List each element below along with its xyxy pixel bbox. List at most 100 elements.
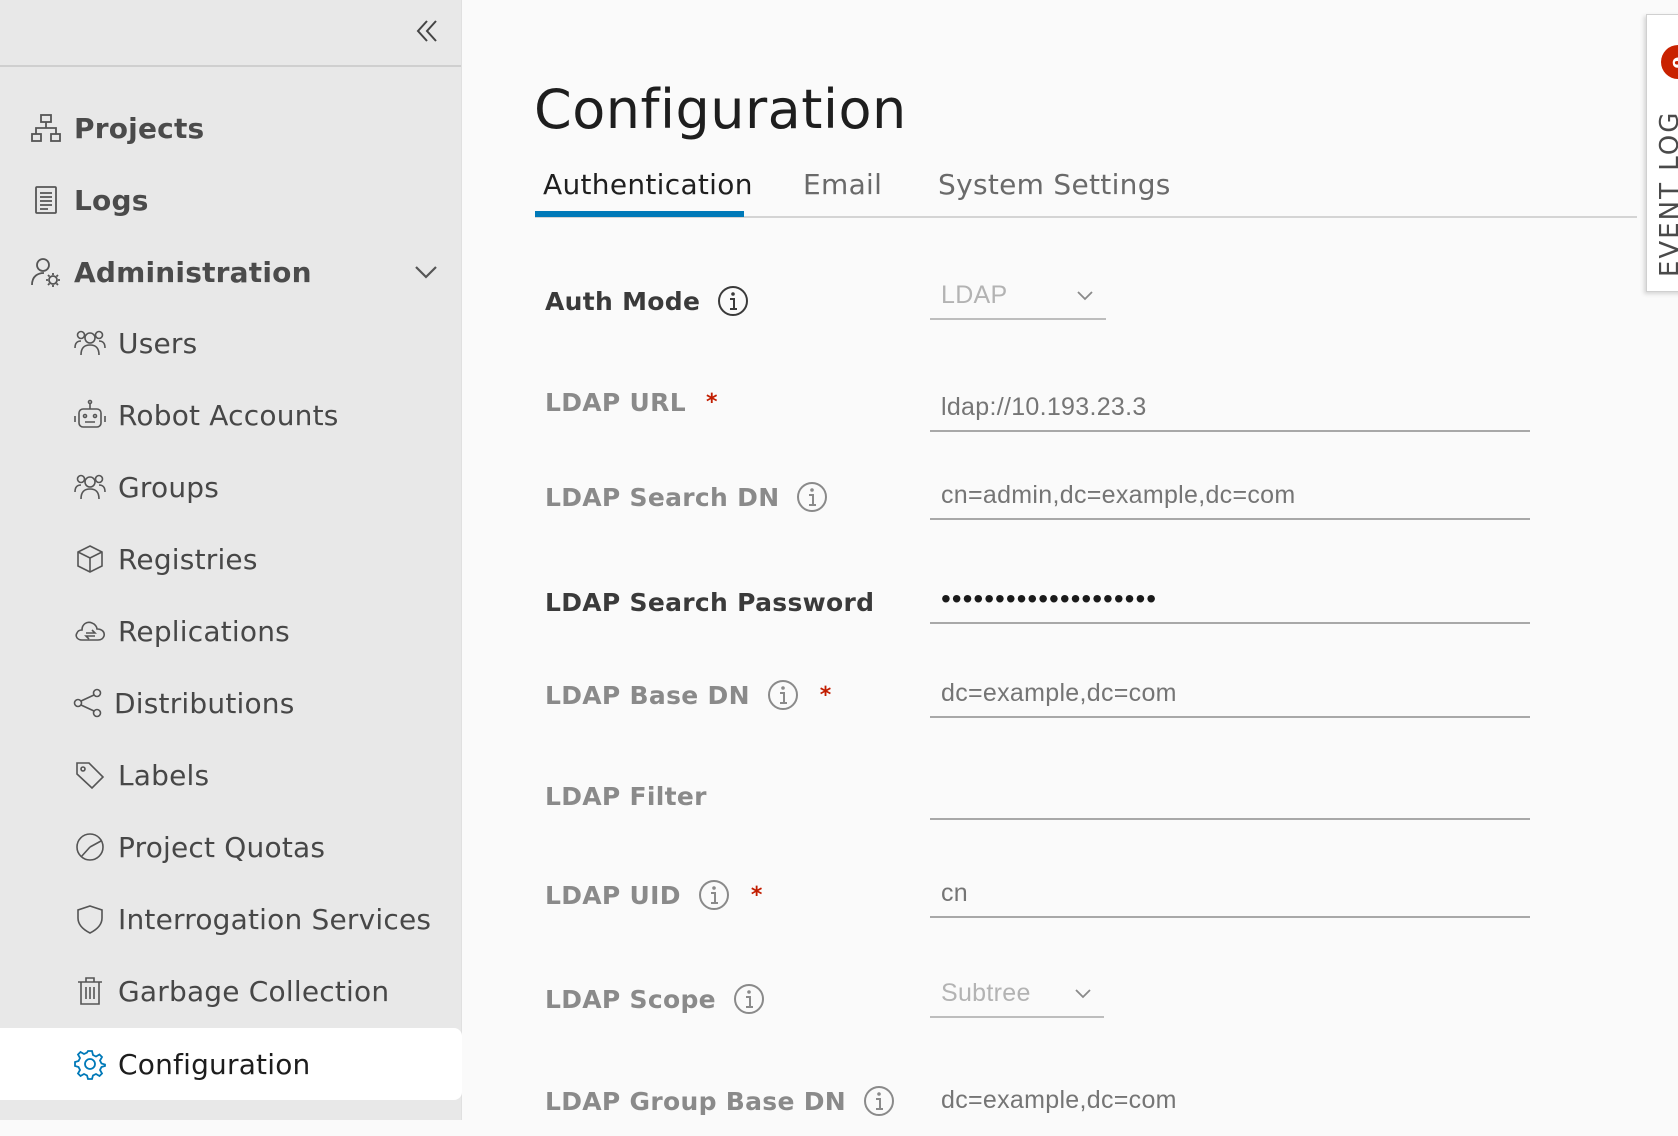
sidebar-item-label: Configuration [118,1048,311,1081]
info-icon[interactable] [795,480,829,514]
tab-authentication[interactable]: Authentication [543,168,753,201]
logs-icon [30,184,62,216]
collapse-sidebar-button[interactable] [412,16,442,46]
ldap-url-input[interactable] [930,393,1530,422]
info-icon[interactable] [697,878,731,912]
event-count-badge: 6 [1661,45,1678,79]
distributions-icon [72,687,104,719]
form-row-ldap-url: LDAP URL * [545,376,1545,436]
sidebar-item-label: Groups [118,471,219,504]
tab-email[interactable]: Email [803,168,882,201]
active-tab-indicator [535,211,744,217]
sidebar-item-label: Distributions [114,687,295,720]
gear-icon [74,1048,106,1080]
ldap-group-base-dn-label-text: LDAP Group Base DN [545,1087,846,1116]
form-row-ldap-scope: LDAP Scope Subtree [545,974,1545,1034]
ldap-group-base-dn-input[interactable] [930,1086,1530,1115]
required-marker: * [751,883,763,908]
ldap-uid-label: LDAP UID * [545,878,763,912]
sidebar-item-label: Garbage Collection [118,975,389,1008]
chevron-down-icon[interactable] [412,258,440,286]
sidebar-item-interrogation-services[interactable]: Interrogation Services [0,890,462,948]
ldap-filter-input[interactable] [930,781,1530,810]
chevron-down-icon [1072,982,1094,1004]
replications-icon [74,615,106,647]
sidebar-item-label: Project Quotas [118,831,325,864]
registries-icon [74,543,106,575]
ldap-search-dn-field[interactable] [930,472,1530,520]
ldap-search-password-label: LDAP Search Password [545,588,874,617]
tag-icon [74,759,106,791]
sidebar-item-project-quotas[interactable]: Project Quotas [0,818,462,876]
ldap-scope-label-text: LDAP Scope [545,985,716,1014]
sidebar-item-label: Administration [74,256,312,289]
double-chevron-left-icon [412,16,442,46]
ldap-search-dn-label: LDAP Search DN [545,480,829,514]
groups-icon [74,471,106,503]
ldap-search-password-input[interactable] [930,583,1530,615]
event-count: 6 [1668,56,1678,69]
trash-icon [74,975,106,1007]
info-icon[interactable] [716,284,750,318]
ldap-uid-field[interactable] [930,870,1530,918]
ldap-filter-field[interactable] [930,772,1530,820]
ldap-url-label: LDAP URL * [545,388,718,417]
sidebar-item-users[interactable]: Users [0,314,462,372]
sidebar-item-label: Robot Accounts [118,399,339,432]
sidebar-item-logs[interactable]: Logs [0,171,462,229]
event-log-label: EVENT LOG [1655,111,1678,277]
config-tabs: Authentication Email System Settings [535,158,1637,218]
sidebar-item-labels[interactable]: Labels [0,746,462,804]
form-row-auth-mode: Auth Mode LDAP [545,276,1545,336]
form-row-ldap-uid: LDAP UID * [545,870,1545,930]
ldap-scope-label: LDAP Scope [545,982,766,1016]
info-icon[interactable] [732,982,766,1016]
robot-icon [74,399,106,431]
ldap-base-dn-field[interactable] [930,670,1530,718]
sidebar-item-replications[interactable]: Replications [0,602,462,660]
ldap-filter-label-text: LDAP Filter [545,782,707,811]
sidebar-item-groups[interactable]: Groups [0,458,462,516]
ldap-scope-value: Subtree [930,979,1031,1008]
quotas-icon [74,831,106,863]
ldap-group-base-dn-field[interactable] [930,1076,1530,1124]
sidebar-item-configuration[interactable]: Configuration [0,1028,462,1100]
auth-mode-select[interactable]: LDAP [930,272,1106,320]
required-marker: * [820,683,832,708]
ldap-uid-input[interactable] [930,879,1530,908]
chevron-down-icon [1074,284,1096,306]
sidebar-item-robot-accounts[interactable]: Robot Accounts [0,386,462,444]
form-row-ldap-search-dn: LDAP Search DN [545,472,1545,532]
admin-icon [30,256,62,288]
sidebar-item-registries[interactable]: Registries [0,530,462,588]
ldap-base-dn-input[interactable] [930,679,1530,708]
info-icon[interactable] [766,678,800,712]
event-log-tab[interactable]: 6 EVENT LOG [1646,14,1678,292]
form-row-ldap-filter: LDAP Filter [545,772,1545,832]
ldap-scope-select[interactable]: Subtree [930,970,1104,1018]
sidebar-item-label: Replications [118,615,290,648]
sidebar-item-label: Labels [118,759,209,792]
sidebar-item-garbage-collection[interactable]: Garbage Collection [0,962,462,1020]
sidebar-item-label: Logs [74,184,149,217]
ldap-uid-label-text: LDAP UID [545,881,681,910]
ldap-search-dn-input[interactable] [930,481,1530,510]
auth-mode-label: Auth Mode [545,284,750,318]
sidebar: Projects Logs Administration [0,0,462,1120]
tab-system-settings[interactable]: System Settings [938,168,1171,201]
sidebar-item-label: Interrogation Services [118,903,431,936]
form-row-ldap-group-base-dn: LDAP Group Base DN [545,1076,1545,1136]
ldap-url-field[interactable] [930,384,1530,432]
ldap-group-base-dn-label: LDAP Group Base DN [545,1084,896,1118]
sidebar-item-distributions[interactable]: Distributions [0,674,462,732]
users-icon [74,327,106,359]
sidebar-item-administration[interactable]: Administration [0,243,462,301]
ldap-search-password-field[interactable] [930,576,1530,624]
projects-icon [30,112,62,144]
ldap-search-dn-label-text: LDAP Search DN [545,483,779,512]
required-marker: * [706,390,718,415]
info-icon[interactable] [862,1084,896,1118]
sidebar-item-projects[interactable]: Projects [0,99,462,157]
ldap-url-label-text: LDAP URL [545,388,686,417]
form-row-ldap-base-dn: LDAP Base DN * [545,670,1545,730]
